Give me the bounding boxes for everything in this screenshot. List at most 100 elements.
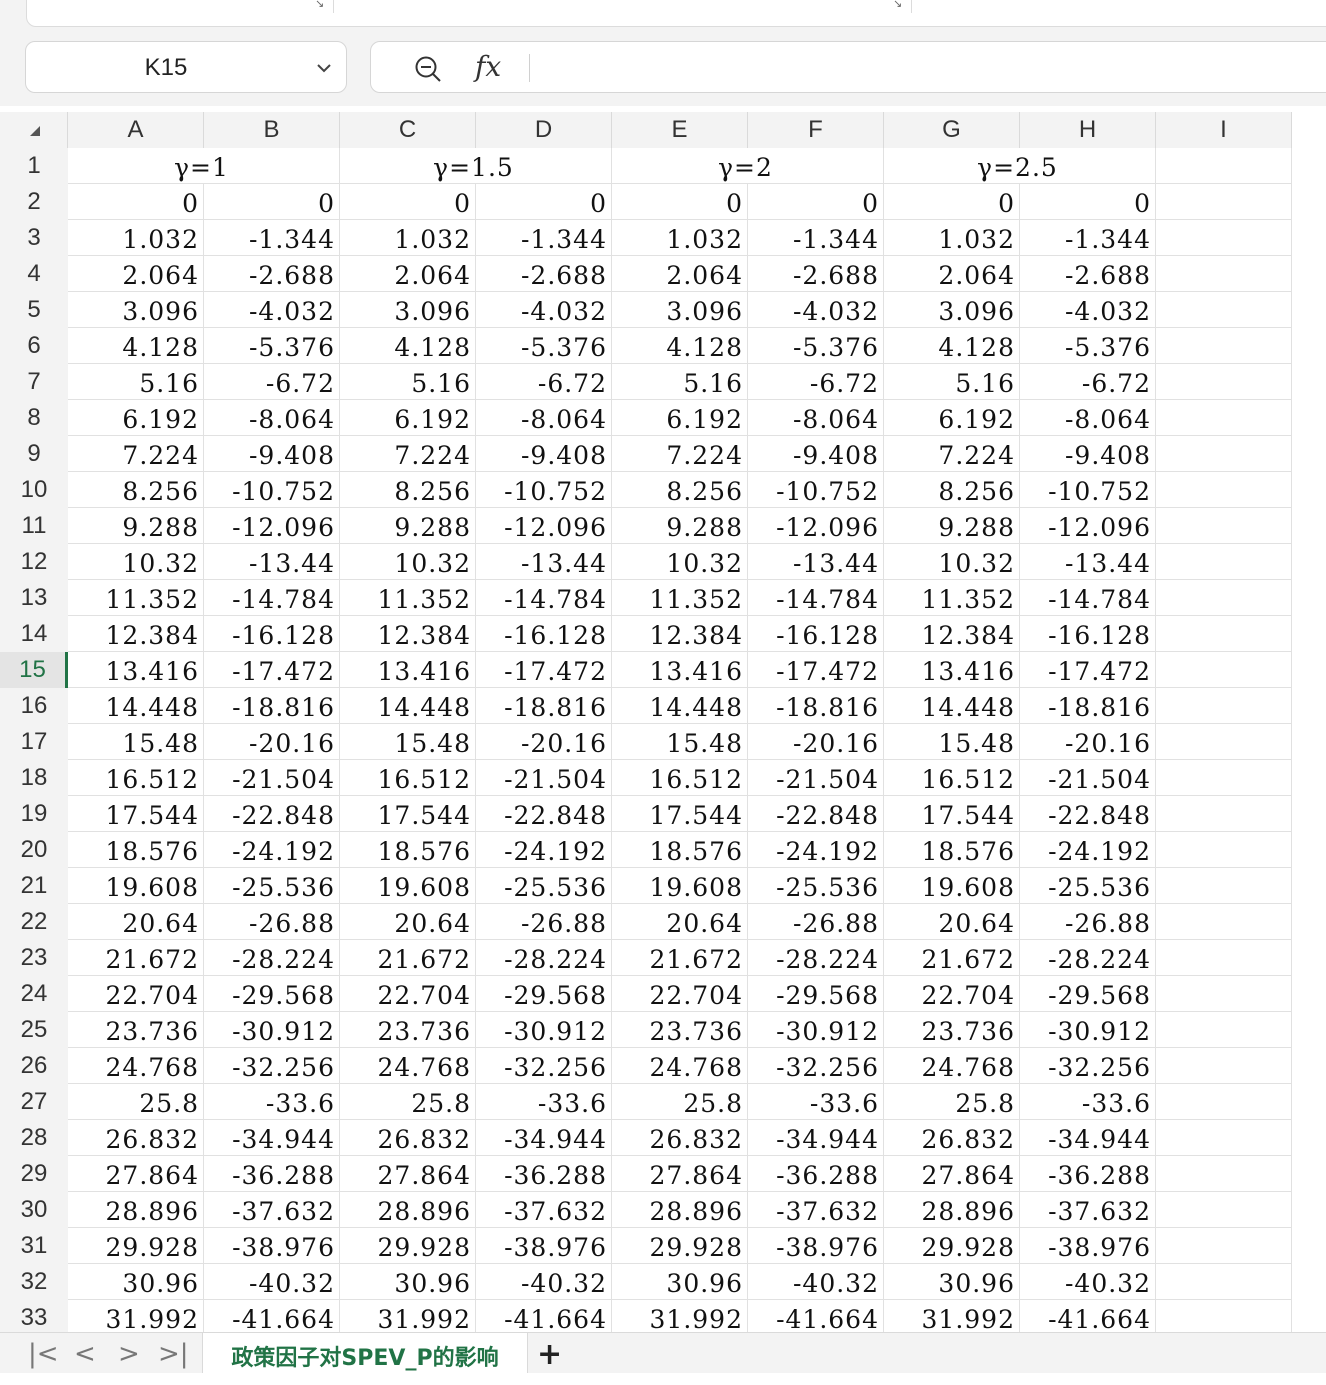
cell[interactable]: 28.896 — [68, 1192, 204, 1228]
cell[interactable]: -38.976 — [1020, 1228, 1156, 1264]
cell[interactable]: -22.848 — [748, 796, 884, 832]
cell[interactable]: -12.096 — [1020, 508, 1156, 544]
cell[interactable]: 28.896 — [340, 1192, 476, 1228]
row-header-12[interactable]: 12 — [0, 544, 68, 580]
cell[interactable]: -36.288 — [1020, 1156, 1156, 1192]
cell[interactable]: 2.064 — [68, 256, 204, 292]
cell[interactable]: -24.192 — [476, 832, 612, 868]
cell[interactable]: 19.608 — [340, 868, 476, 904]
cell[interactable]: -24.192 — [204, 832, 340, 868]
cell[interactable]: 0 — [204, 184, 340, 220]
cell[interactable]: -16.128 — [476, 616, 612, 652]
cell[interactable]: 8.256 — [340, 472, 476, 508]
cell[interactable]: 10.32 — [340, 544, 476, 580]
cell[interactable] — [1156, 580, 1292, 616]
cell[interactable]: 25.8 — [612, 1084, 748, 1120]
column-header-i[interactable]: I — [1156, 112, 1292, 148]
cell[interactable]: -38.976 — [204, 1228, 340, 1264]
cell[interactable]: 27.864 — [68, 1156, 204, 1192]
cell[interactable]: -34.944 — [476, 1120, 612, 1156]
cell[interactable]: -38.976 — [476, 1228, 612, 1264]
dialog-launcher-icon[interactable]: ↘ — [893, 0, 902, 10]
cell[interactable] — [1156, 1084, 1292, 1120]
cell[interactable]: 7.224 — [884, 436, 1020, 472]
cell[interactable]: 26.832 — [340, 1120, 476, 1156]
gamma-header-cell[interactable]: γ=2.5 — [884, 148, 1156, 184]
cell[interactable]: 0 — [748, 184, 884, 220]
column-header-d[interactable]: D — [476, 112, 612, 148]
cell[interactable]: 24.768 — [68, 1048, 204, 1084]
cell[interactable]: -29.568 — [748, 976, 884, 1012]
cell[interactable]: -4.032 — [748, 292, 884, 328]
cell[interactable]: -5.376 — [1020, 328, 1156, 364]
cell[interactable]: 22.704 — [612, 976, 748, 1012]
cell[interactable] — [1156, 1300, 1292, 1336]
cell[interactable]: -25.536 — [204, 868, 340, 904]
cell[interactable] — [1156, 544, 1292, 580]
row-header-21[interactable]: 21 — [0, 868, 68, 904]
cell[interactable]: 9.288 — [340, 508, 476, 544]
cell[interactable]: 26.832 — [612, 1120, 748, 1156]
cell[interactable]: 15.48 — [340, 724, 476, 760]
cell[interactable]: 23.736 — [340, 1012, 476, 1048]
cell[interactable]: -30.912 — [1020, 1012, 1156, 1048]
cell[interactable]: -28.224 — [476, 940, 612, 976]
row-header-2[interactable]: 2 — [0, 184, 68, 220]
cell[interactable]: -17.472 — [476, 652, 612, 688]
cell[interactable]: 24.768 — [612, 1048, 748, 1084]
cell[interactable]: -29.568 — [1020, 976, 1156, 1012]
row-header-17[interactable]: 17 — [0, 724, 68, 760]
cell[interactable]: -1.344 — [748, 220, 884, 256]
cell[interactable] — [1156, 652, 1292, 688]
cell[interactable]: -34.944 — [1020, 1120, 1156, 1156]
cell[interactable] — [1156, 220, 1292, 256]
cell[interactable]: 15.48 — [884, 724, 1020, 760]
cell[interactable]: 5.16 — [884, 364, 1020, 400]
cell[interactable]: -6.72 — [476, 364, 612, 400]
cell[interactable]: 8.256 — [612, 472, 748, 508]
chevron-down-icon[interactable] — [316, 60, 332, 76]
cell[interactable]: 29.928 — [612, 1228, 748, 1264]
cell[interactable]: 3.096 — [340, 292, 476, 328]
cell[interactable]: 0 — [1020, 184, 1156, 220]
cell[interactable]: 27.864 — [340, 1156, 476, 1192]
cell[interactable]: 15.48 — [68, 724, 204, 760]
cell[interactable]: -37.632 — [204, 1192, 340, 1228]
cell[interactable]: -34.944 — [204, 1120, 340, 1156]
cell[interactable]: -5.376 — [204, 328, 340, 364]
cell[interactable]: 11.352 — [340, 580, 476, 616]
cell[interactable]: 5.16 — [68, 364, 204, 400]
cell[interactable]: -22.848 — [1020, 796, 1156, 832]
cell[interactable]: 30.96 — [340, 1264, 476, 1300]
cell[interactable]: -20.16 — [204, 724, 340, 760]
select-all-corner[interactable] — [0, 112, 68, 148]
cell[interactable]: -9.408 — [1020, 436, 1156, 472]
cell[interactable]: 21.672 — [68, 940, 204, 976]
cell[interactable]: 4.128 — [884, 328, 1020, 364]
cell[interactable]: 3.096 — [884, 292, 1020, 328]
cell[interactable]: 16.512 — [340, 760, 476, 796]
cell[interactable]: 9.288 — [884, 508, 1020, 544]
cell[interactable]: 17.544 — [68, 796, 204, 832]
cell[interactable]: -4.032 — [1020, 292, 1156, 328]
cell[interactable] — [1156, 184, 1292, 220]
cell[interactable]: 11.352 — [68, 580, 204, 616]
cell[interactable]: 17.544 — [884, 796, 1020, 832]
cell[interactable]: -2.688 — [476, 256, 612, 292]
cell[interactable]: 27.864 — [612, 1156, 748, 1192]
cell[interactable]: 6.192 — [612, 400, 748, 436]
cell[interactable]: 5.16 — [340, 364, 476, 400]
cell[interactable]: 19.608 — [68, 868, 204, 904]
cell[interactable]: 28.896 — [884, 1192, 1020, 1228]
cell[interactable]: -41.664 — [204, 1300, 340, 1336]
cell[interactable]: 29.928 — [68, 1228, 204, 1264]
cell[interactable]: 22.704 — [340, 976, 476, 1012]
cell[interactable]: -12.096 — [476, 508, 612, 544]
cell[interactable]: 9.288 — [612, 508, 748, 544]
cell[interactable]: -14.784 — [476, 580, 612, 616]
cell[interactable]: -16.128 — [1020, 616, 1156, 652]
cell[interactable]: 12.384 — [884, 616, 1020, 652]
row-header-13[interactable]: 13 — [0, 580, 68, 616]
cell[interactable]: 20.64 — [884, 904, 1020, 940]
cell[interactable]: -13.44 — [748, 544, 884, 580]
